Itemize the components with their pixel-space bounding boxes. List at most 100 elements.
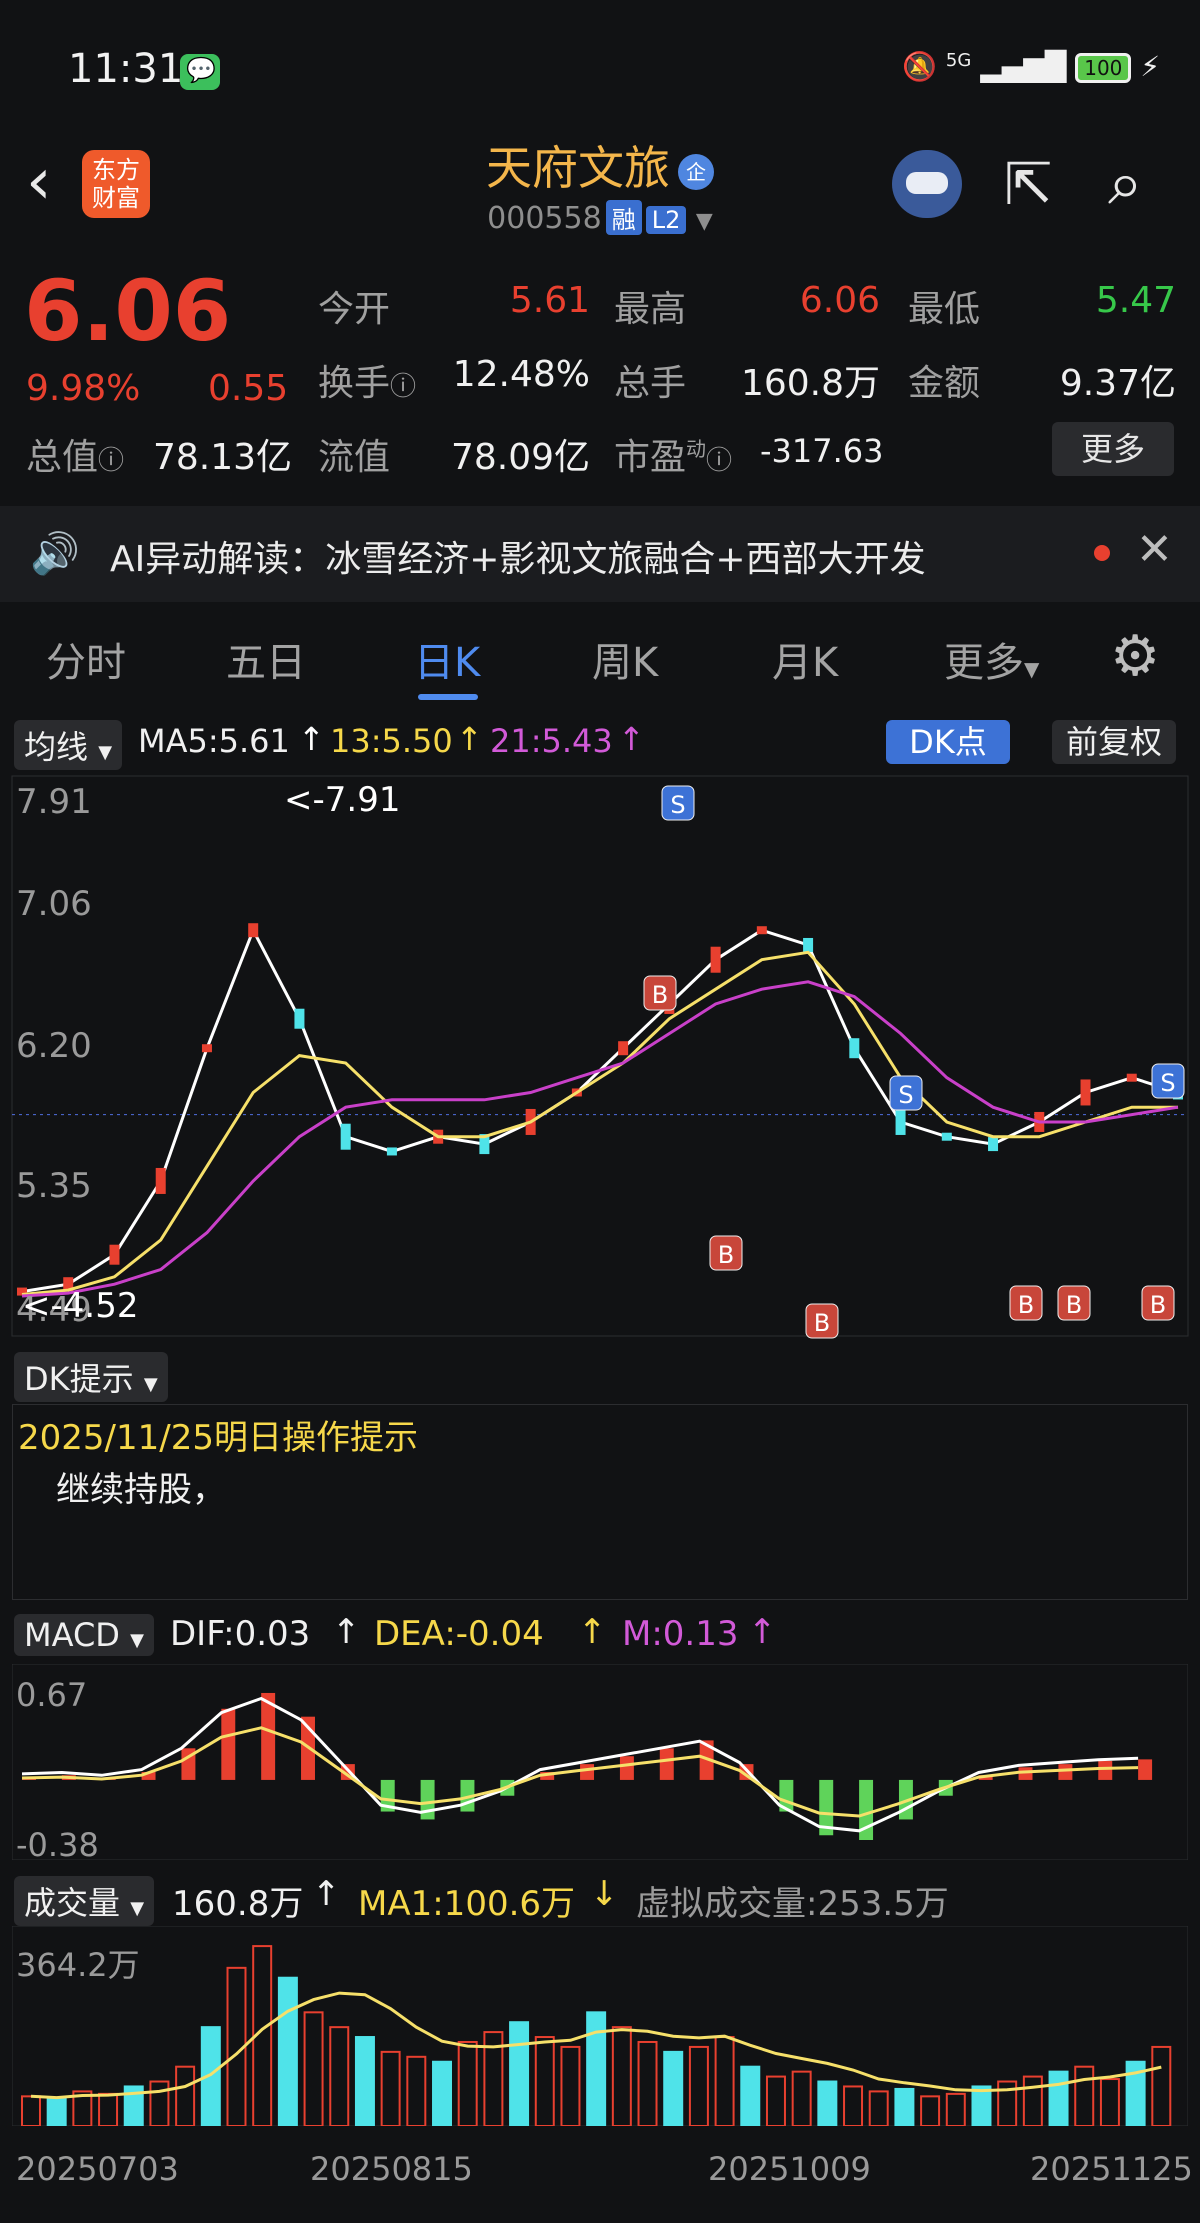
dea-label: DEA:-0.04 (374, 1614, 544, 1654)
dropdown-triangle-icon: ▼ (130, 1630, 144, 1651)
gear-icon[interactable]: ⚙ (1110, 624, 1160, 689)
dropdown-triangle-icon[interactable]: ▼ (696, 209, 713, 234)
macd-bar (1138, 1759, 1153, 1780)
candle (710, 946, 721, 973)
mktcap-value: 78.13亿 (152, 437, 292, 478)
arrow-up-icon: ↑ (618, 720, 645, 758)
volume-bar (740, 2065, 761, 2126)
speaker-icon: 🔊 (30, 531, 80, 577)
dk-selector[interactable]: DK提示 ▼ (14, 1352, 168, 1402)
amount-value: 9.37亿 (1059, 363, 1176, 404)
tab-monthly-k[interactable]: 月K (772, 630, 838, 688)
search-icon[interactable]: ⌕ (1108, 146, 1143, 220)
charging-icon: ⚡ (1140, 50, 1160, 83)
max-annotation: <-7.91 (284, 780, 401, 820)
volume-bar (149, 2080, 170, 2126)
volume-bar (586, 2011, 607, 2126)
signal-marker-S: S (661, 785, 695, 821)
ai-banner-text[interactable]: AI异动解读：冰雪经济+影视文旅融合+西部大开发 (110, 530, 926, 582)
info-icon: ⓘ (390, 372, 417, 402)
float-value: 78.09亿 (450, 437, 590, 478)
candle (1080, 1079, 1091, 1106)
signal-label: B (652, 981, 668, 1009)
mktcap-label[interactable]: 总值ⓘ (26, 428, 124, 480)
turnover-label[interactable]: 换手ⓘ (318, 354, 416, 406)
tab-underline (418, 694, 478, 700)
current-price: 6.06 (24, 262, 232, 360)
high-value: 6.06 (799, 280, 880, 321)
candle (109, 1244, 120, 1265)
signal-label: B (718, 1241, 734, 1269)
signal-label: B (1150, 1291, 1166, 1319)
volume-bar (509, 2021, 530, 2126)
macd-bar (1058, 1764, 1073, 1780)
dropdown-triangle-icon: ▼ (1024, 657, 1040, 681)
macd-bar (619, 1756, 634, 1780)
enterprise-badge: 企 (678, 153, 714, 190)
volume-bar (1022, 2075, 1043, 2126)
signal-marker-S: S (889, 1075, 923, 1111)
macd-selector[interactable]: MACD ▼ (14, 1614, 154, 1656)
candle (386, 1147, 397, 1156)
margin-tag: 融 (605, 200, 642, 235)
signal-label: B (814, 1309, 830, 1337)
close-icon[interactable]: ✕ (1136, 524, 1173, 575)
y-tick-label: 6.20 (16, 1026, 92, 1066)
pe-label[interactable]: 市盈动ⓘ (614, 428, 732, 480)
ma21-label: 21:5.43 (490, 722, 613, 760)
ai-robot-icon[interactable] (892, 150, 962, 218)
candle (155, 1167, 166, 1194)
info-icon: ⓘ (98, 446, 125, 476)
tab-five-day[interactable]: 五日 (226, 630, 306, 688)
turnover-value: 12.48% (452, 354, 590, 395)
signal-label: B (1018, 1291, 1034, 1319)
system-icons: 🔕 5G ▂▄▆█ 100 ⚡ (902, 50, 1160, 83)
adjust-button[interactable]: 前复权 (1052, 720, 1176, 764)
signal-marker-B: B (1057, 1285, 1091, 1321)
dk-point-button[interactable]: DK点 (886, 720, 1010, 764)
volume-y-top: 364.2万 (16, 1946, 140, 1984)
dk-title: 2025/11/25明日操作提示 (18, 1418, 418, 1458)
mute-icon: 🔕 (902, 50, 937, 83)
macd-y-top: 0.67 (16, 1676, 88, 1714)
low-label: 最低 (908, 289, 981, 330)
volume-bar (1151, 2045, 1172, 2126)
signal-marker-B: B (805, 1303, 839, 1339)
macd-chart (12, 1664, 1188, 1860)
tab-more[interactable]: 更多▼ (944, 630, 1039, 688)
signal-label: S (670, 791, 685, 819)
volume-label: 160.8万 (172, 1884, 304, 1924)
volume-bar (971, 2085, 992, 2126)
status-time: 11:31 (68, 46, 184, 92)
unread-dot (1094, 545, 1110, 561)
more-button[interactable]: 更多 (1052, 422, 1174, 476)
volume-bar (663, 2050, 684, 2126)
volume-selector[interactable]: 成交量 ▼ (14, 1876, 155, 1926)
wechat-icon: 💬 (180, 54, 220, 90)
candle (988, 1137, 999, 1152)
arrow-up-icon: ↑ (332, 1612, 361, 1652)
dropdown-triangle-icon: ▼ (130, 1898, 145, 1919)
pe-sup: 动 (686, 437, 707, 461)
macd-bar (659, 1748, 674, 1780)
x-tick-label: 20250815 (310, 2150, 473, 2188)
volume-bar (457, 2040, 478, 2126)
volume-bar (1074, 2065, 1095, 2126)
volume-chart (12, 1926, 1188, 2126)
open-label: 今开 (318, 289, 391, 330)
tab-intraday[interactable]: 分时 (46, 630, 126, 688)
float-label: 流值 (318, 437, 391, 478)
tab-weekly-k[interactable]: 周K (592, 630, 658, 688)
candle (756, 926, 767, 935)
volume-bar (329, 2026, 350, 2126)
arrow-up-icon: ↑ (456, 720, 483, 758)
ma-selector[interactable]: 均线 ▼ (14, 720, 123, 770)
signal-marker-S: S (1151, 1063, 1185, 1099)
volume-bar (894, 2087, 915, 2126)
network-label: 5G (945, 50, 972, 71)
chart-frame (11, 775, 1189, 1337)
kline-chart[interactable]: B B B S S S B B B (0, 770, 1200, 1340)
macd-bar (420, 1779, 435, 1820)
share-icon[interactable]: ⇱ (1004, 150, 1053, 218)
tab-daily-k[interactable]: 日K (414, 630, 480, 688)
